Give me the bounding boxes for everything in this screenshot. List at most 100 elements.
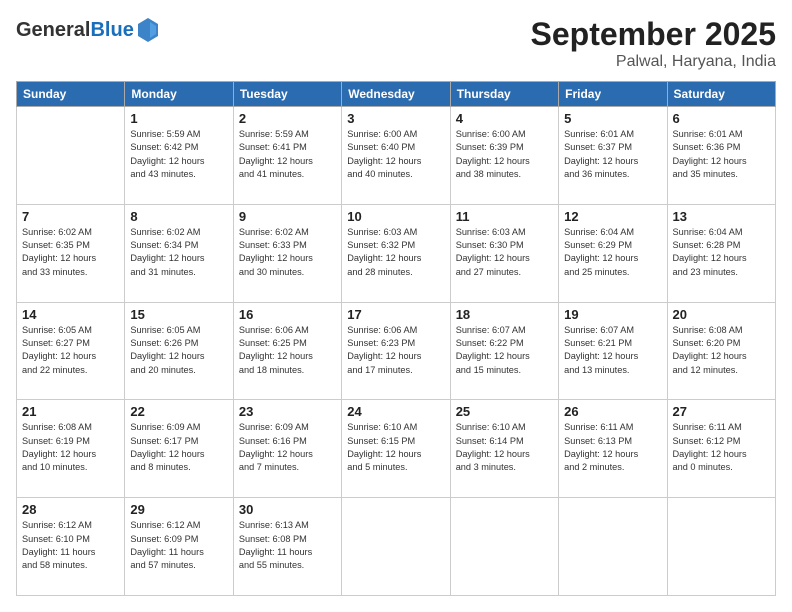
calendar-cell: 26Sunrise: 6:11 AM Sunset: 6:13 PM Dayli… <box>559 400 667 498</box>
calendar-cell: 13Sunrise: 6:04 AM Sunset: 6:28 PM Dayli… <box>667 204 775 302</box>
calendar-cell: 30Sunrise: 6:13 AM Sunset: 6:08 PM Dayli… <box>233 498 341 596</box>
cell-day-number: 28 <box>22 502 119 517</box>
calendar-cell: 4 Sunrise: 6:00 AM Sunset: 6:39 PM Daylig… <box>450 107 558 205</box>
cell-info: Sunrise: 6:00 AM Sunset: 6:39 PM Dayligh… <box>456 128 553 181</box>
calendar-cell: 2Sunrise: 5:59 AM Sunset: 6:41 PM Daylig… <box>233 107 341 205</box>
cell-day-number: 30 <box>239 502 336 517</box>
cell-info: Sunrise: 6:11 AM Sunset: 6:13 PM Dayligh… <box>564 421 661 474</box>
cell-info: Sunrise: 6:02 AM Sunset: 6:34 PM Dayligh… <box>130 226 227 279</box>
cell-day-number: 8 <box>130 209 227 224</box>
cell-info: Sunrise: 6:09 AM Sunset: 6:17 PM Dayligh… <box>130 421 227 474</box>
cell-info: Sunrise: 6:10 AM Sunset: 6:14 PM Dayligh… <box>456 421 553 474</box>
calendar-cell: 23 Sunrise: 6:09 AM Sunset: 6:16 PM Dayli… <box>233 400 341 498</box>
calendar-cell: 6 Sunrise: 6:01 AM Sunset: 6:36 PM Daylig… <box>667 107 775 205</box>
calendar-cell <box>450 498 558 596</box>
cell-day-number: 29 <box>130 502 227 517</box>
cell-info: Sunrise: 6:07 AM Sunset: 6:21 PM Dayligh… <box>564 324 661 377</box>
cell-day-number: 15 <box>130 307 227 322</box>
cell-info: Sunrise: 6:06 AM Sunset: 6:25 PM Dayligh… <box>239 324 336 377</box>
cell-day-number: 1 <box>130 111 227 126</box>
weekday-header-monday: Monday <box>125 82 233 107</box>
cell-day-number: 18 <box>456 307 553 322</box>
cell-day-number: 20 <box>673 307 770 322</box>
cell-day-number: 10 <box>347 209 444 224</box>
cell-info: Sunrise: 6:04 AM Sunset: 6:29 PM Dayligh… <box>564 226 661 279</box>
calendar-cell: 3Sunrise: 6:00 AM Sunset: 6:40 PM Daylig… <box>342 107 450 205</box>
calendar-cell: 5Sunrise: 6:01 AM Sunset: 6:37 PM Daylig… <box>559 107 667 205</box>
cell-info: Sunrise: 6:07 AM Sunset: 6:22 PM Dayligh… <box>456 324 553 377</box>
weekday-header-tuesday: Tuesday <box>233 82 341 107</box>
logo-blue: Blue <box>90 19 133 41</box>
weekday-header-sunday: Sunday <box>17 82 125 107</box>
week-row-5: 28 Sunrise: 6:12 AM Sunset: 6:10 PM Dayli… <box>17 498 776 596</box>
cell-info: Sunrise: 6:01 AM Sunset: 6:37 PM Dayligh… <box>564 128 661 181</box>
calendar-cell: 9 Sunrise: 6:02 AM Sunset: 6:33 PM Daylig… <box>233 204 341 302</box>
calendar-cell: 28 Sunrise: 6:12 AM Sunset: 6:10 PM Dayli… <box>17 498 125 596</box>
cell-info: Sunrise: 6:09 AM Sunset: 6:16 PM Dayligh… <box>239 421 336 474</box>
calendar-cell <box>342 498 450 596</box>
cell-info: Sunrise: 6:01 AM Sunset: 6:36 PM Dayligh… <box>673 128 770 181</box>
calendar-cell <box>17 107 125 205</box>
cell-info: Sunrise: 6:02 AM Sunset: 6:33 PM Dayligh… <box>239 226 336 279</box>
cell-day-number: 17 <box>347 307 444 322</box>
cell-day-number: 3 <box>347 111 444 126</box>
cell-info: Sunrise: 6:12 AM Sunset: 6:09 PM Dayligh… <box>130 519 227 572</box>
location: Palwal, Haryana, India <box>531 53 776 71</box>
calendar-cell: 8 Sunrise: 6:02 AM Sunset: 6:34 PM Daylig… <box>125 204 233 302</box>
title-section: September 2025 Palwal, Haryana, India <box>531 16 776 71</box>
logo-icon <box>136 16 160 44</box>
cell-info: Sunrise: 6:03 AM Sunset: 6:30 PM Dayligh… <box>456 226 553 279</box>
calendar-cell: 7 Sunrise: 6:02 AM Sunset: 6:35 PM Daylig… <box>17 204 125 302</box>
cell-day-number: 25 <box>456 404 553 419</box>
cell-day-number: 19 <box>564 307 661 322</box>
cell-day-number: 2 <box>239 111 336 126</box>
calendar-table: SundayMondayTuesdayWednesdayThursdayFrid… <box>16 81 776 596</box>
calendar-header: SundayMondayTuesdayWednesdayThursdayFrid… <box>17 82 776 107</box>
calendar-cell <box>667 498 775 596</box>
cell-info: Sunrise: 6:06 AM Sunset: 6:23 PM Dayligh… <box>347 324 444 377</box>
month-title: September 2025 <box>531 16 776 53</box>
cell-day-number: 27 <box>673 404 770 419</box>
cell-info: Sunrise: 6:04 AM Sunset: 6:28 PM Dayligh… <box>673 226 770 279</box>
calendar-cell: 17 Sunrise: 6:06 AM Sunset: 6:23 PM Dayli… <box>342 302 450 400</box>
calendar-cell: 27 Sunrise: 6:11 AM Sunset: 6:12 PM Dayli… <box>667 400 775 498</box>
calendar-cell: 14Sunrise: 6:05 AM Sunset: 6:27 PM Dayli… <box>17 302 125 400</box>
cell-day-number: 24 <box>347 404 444 419</box>
cell-info: Sunrise: 5:59 AM Sunset: 6:42 PM Dayligh… <box>130 128 227 181</box>
week-row-4: 21 Sunrise: 6:08 AM Sunset: 6:19 PM Dayli… <box>17 400 776 498</box>
calendar-cell: 12 Sunrise: 6:04 AM Sunset: 6:29 PM Dayli… <box>559 204 667 302</box>
cell-info: Sunrise: 6:05 AM Sunset: 6:27 PM Dayligh… <box>22 324 119 377</box>
calendar-cell: 18 Sunrise: 6:07 AM Sunset: 6:22 PM Dayli… <box>450 302 558 400</box>
cell-day-number: 22 <box>130 404 227 419</box>
cell-day-number: 9 <box>239 209 336 224</box>
calendar-cell: 24 Sunrise: 6:10 AM Sunset: 6:15 PM Dayli… <box>342 400 450 498</box>
cell-info: Sunrise: 6:02 AM Sunset: 6:35 PM Dayligh… <box>22 226 119 279</box>
cell-day-number: 4 <box>456 111 553 126</box>
cell-day-number: 6 <box>673 111 770 126</box>
weekday-header-saturday: Saturday <box>667 82 775 107</box>
calendar-cell <box>559 498 667 596</box>
cell-info: Sunrise: 6:11 AM Sunset: 6:12 PM Dayligh… <box>673 421 770 474</box>
week-row-3: 14Sunrise: 6:05 AM Sunset: 6:27 PM Dayli… <box>17 302 776 400</box>
calendar-cell: 10 Sunrise: 6:03 AM Sunset: 6:32 PM Dayli… <box>342 204 450 302</box>
weekday-header-wednesday: Wednesday <box>342 82 450 107</box>
cell-info: Sunrise: 6:05 AM Sunset: 6:26 PM Dayligh… <box>130 324 227 377</box>
calendar-cell: 15 Sunrise: 6:05 AM Sunset: 6:26 PM Dayli… <box>125 302 233 400</box>
week-row-1: 1 Sunrise: 5:59 AM Sunset: 6:42 PM Daylig… <box>17 107 776 205</box>
cell-day-number: 23 <box>239 404 336 419</box>
cell-info: Sunrise: 6:03 AM Sunset: 6:32 PM Dayligh… <box>347 226 444 279</box>
calendar-cell: 1 Sunrise: 5:59 AM Sunset: 6:42 PM Daylig… <box>125 107 233 205</box>
cell-day-number: 12 <box>564 209 661 224</box>
calendar-cell: 29 Sunrise: 6:12 AM Sunset: 6:09 PM Dayli… <box>125 498 233 596</box>
weekday-header-thursday: Thursday <box>450 82 558 107</box>
cell-info: Sunrise: 6:08 AM Sunset: 6:19 PM Dayligh… <box>22 421 119 474</box>
calendar-cell: 22 Sunrise: 6:09 AM Sunset: 6:17 PM Dayli… <box>125 400 233 498</box>
logo-general: General <box>16 19 90 41</box>
cell-day-number: 21 <box>22 404 119 419</box>
calendar-cell: 19 Sunrise: 6:07 AM Sunset: 6:21 PM Dayli… <box>559 302 667 400</box>
cell-info: Sunrise: 6:10 AM Sunset: 6:15 PM Dayligh… <box>347 421 444 474</box>
cell-day-number: 7 <box>22 209 119 224</box>
cell-info: Sunrise: 6:12 AM Sunset: 6:10 PM Dayligh… <box>22 519 119 572</box>
calendar-cell: 20Sunrise: 6:08 AM Sunset: 6:20 PM Dayli… <box>667 302 775 400</box>
logo: GeneralBlue <box>16 16 160 44</box>
